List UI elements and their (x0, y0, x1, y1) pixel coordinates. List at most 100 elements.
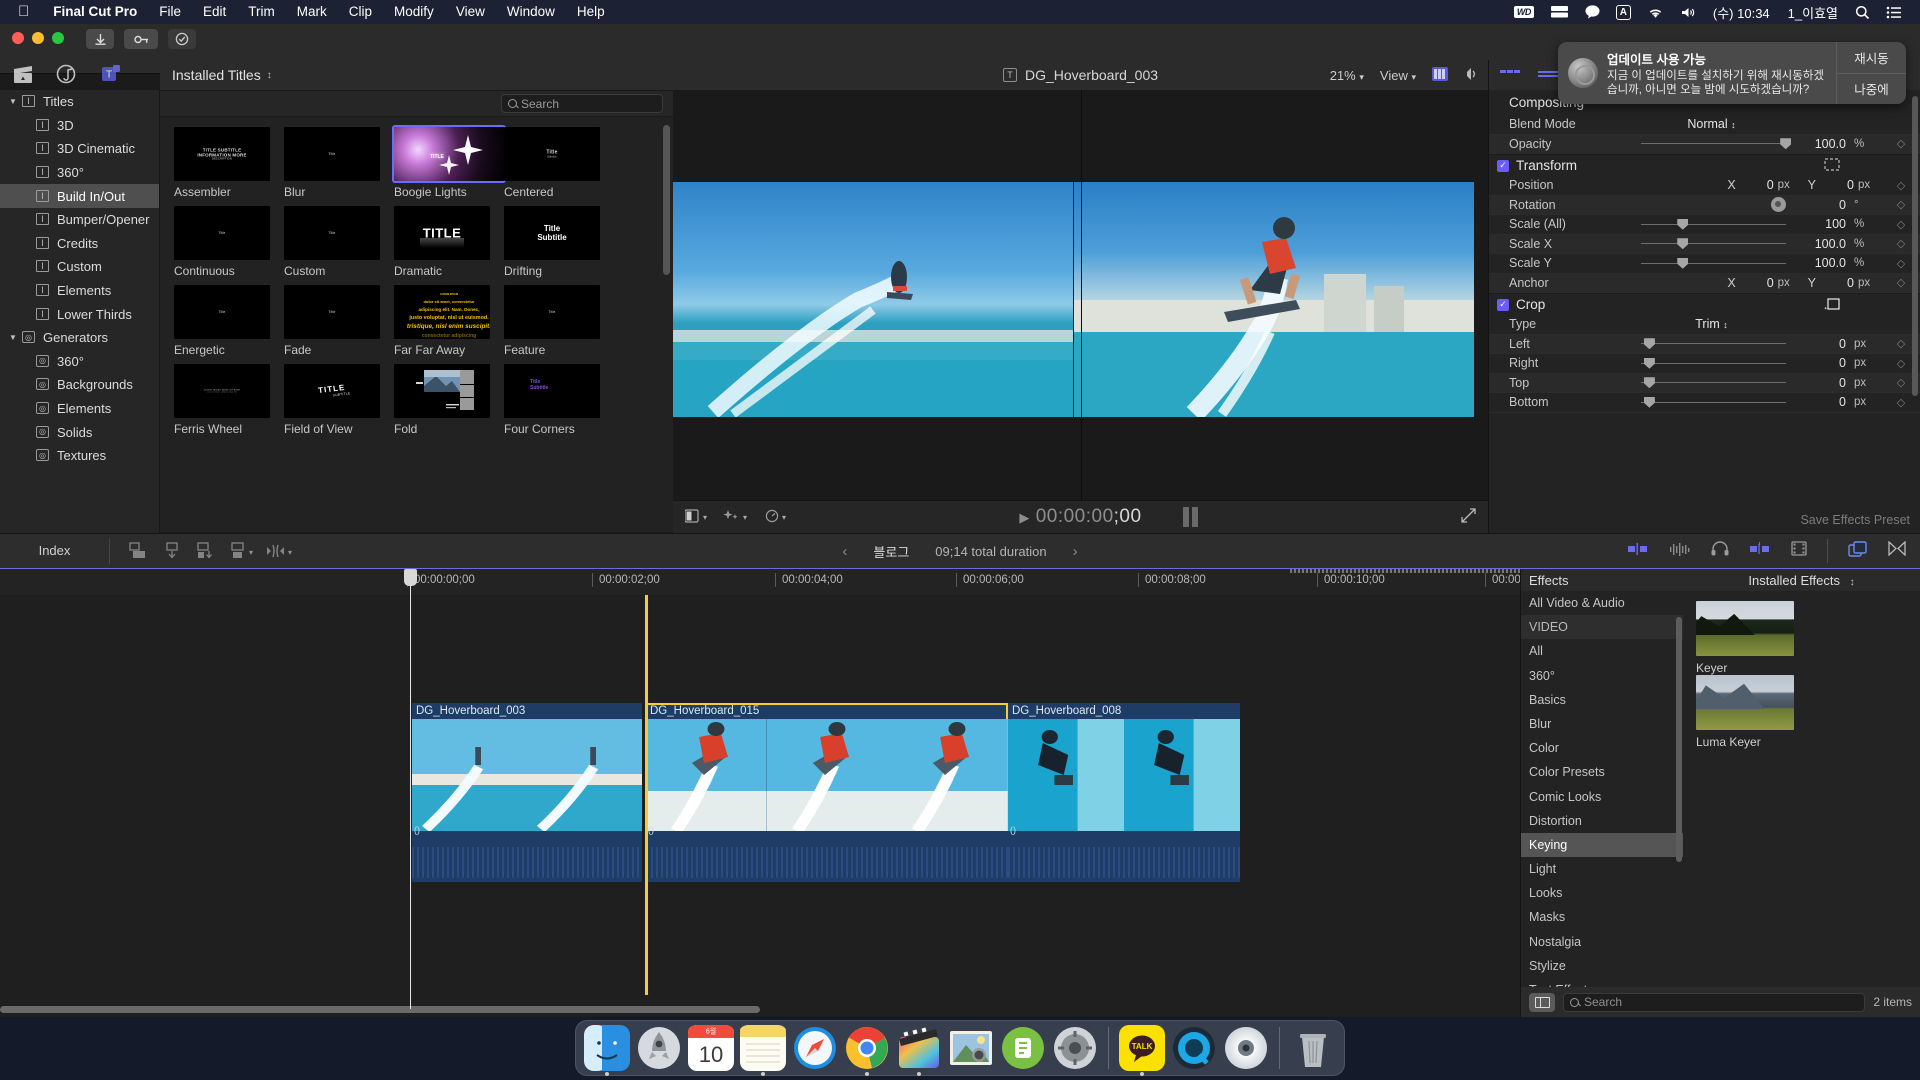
keyframe-button[interactable]: ◇ (1888, 198, 1914, 211)
save-effects-preset-button[interactable]: Save Effects Preset (1800, 513, 1910, 527)
volume-icon[interactable] (1672, 0, 1704, 24)
notification-restart-button[interactable]: 재시동 (1837, 42, 1906, 74)
effects-category-list[interactable]: All Video & AudioVIDEOAll360°BasicsBlurC… (1521, 591, 1683, 987)
timeline-project-name[interactable]: 블로그 (873, 542, 909, 561)
sidebar-item-build-in-out[interactable]: IBuild In/Out (0, 184, 159, 208)
browser-search-input[interactable]: Search (501, 94, 663, 113)
effects-category-distortion[interactable]: Distortion (1521, 809, 1683, 833)
dock-safari-icon[interactable] (792, 1025, 838, 1071)
menu-view[interactable]: View (445, 0, 496, 24)
effects-category-nostalgia[interactable]: Nostalgia (1521, 930, 1683, 954)
maximize-window-button[interactable] (52, 32, 64, 44)
title-tile-energetic[interactable]: TitleEnergetic (174, 285, 284, 357)
inspector-scrollbar[interactable] (1912, 96, 1918, 396)
sidebar-item-360[interactable]: I360° (0, 161, 159, 185)
title-tile-fade[interactable]: TitleFade (284, 285, 394, 357)
menu-final-cut-pro[interactable]: Final Cut Pro (42, 0, 148, 24)
disclosure-triangle-icon[interactable]: ▼ (6, 97, 20, 106)
effects-category-all[interactable]: All (1521, 639, 1683, 663)
viewer-view-popup[interactable]: View ▾ (1380, 68, 1416, 83)
messages-icon[interactable] (1577, 0, 1608, 24)
dock-photos-icon[interactable] (948, 1025, 994, 1071)
dock-chrome-icon[interactable] (844, 1025, 890, 1071)
trim-tool-icon[interactable]: ▾ (264, 542, 294, 560)
title-tile-far-far-away[interactable]: LOREM IPSUMdolor sit amet, consecteturad… (394, 285, 504, 357)
dock-dvd-player-icon[interactable] (1223, 1025, 1269, 1071)
parameter-slider[interactable] (1641, 243, 1786, 244)
minimize-window-button[interactable] (32, 32, 44, 44)
effects-category-keying[interactable]: Keying (1521, 833, 1683, 857)
close-window-button[interactable] (12, 32, 24, 44)
apple-menu-icon[interactable]:  (14, 2, 42, 22)
effects-category-looks[interactable]: Looks (1521, 881, 1683, 905)
position-y-value[interactable]: 0 (1820, 178, 1854, 192)
sidebar-item-backgrounds[interactable]: ◎Backgrounds (0, 373, 159, 397)
dock-trash-icon[interactable] (1290, 1025, 1336, 1071)
disclosure-triangle-icon[interactable]: ▼ (6, 333, 20, 342)
viewer-audio-meter-icon[interactable] (1464, 67, 1478, 84)
parameter-slider[interactable] (1641, 143, 1786, 144)
inspector-section-crop[interactable]: ✓Crop (1489, 293, 1920, 315)
parameter-slider[interactable] (1641, 224, 1786, 225)
keyframe-button[interactable]: ◇ (1888, 337, 1914, 350)
title-tile-drifting[interactable]: TitleSubtitleDrifting (504, 206, 614, 278)
duplicate-window-icon[interactable] (1848, 541, 1868, 562)
dock-notes-icon[interactable] (740, 1025, 786, 1071)
menubar-clock[interactable]: (수) 10:34 (1704, 3, 1779, 22)
dock-kakaotalk-icon[interactable]: TALK (1119, 1025, 1165, 1071)
effect-tile-keyer[interactable]: Keyer (1696, 601, 1808, 675)
import-media-button[interactable] (86, 29, 114, 49)
titles-browser-icon[interactable]: T (100, 63, 124, 85)
title-tile-assembler[interactable]: TITLE SUBTITLEINFORMATION MOREDESCRIPTIO… (174, 127, 284, 199)
installed-titles-label[interactable]: Installed Titles (172, 67, 261, 83)
sidebar-item-bumper-opener[interactable]: IBumper/Opener (0, 208, 159, 232)
effects-category-comic-looks[interactable]: Comic Looks (1521, 785, 1683, 809)
blend-mode-popup[interactable]: Normal ↕ (1687, 117, 1735, 131)
keyframe-button[interactable]: ◇ (1888, 237, 1914, 250)
viewer-zoom-popup[interactable]: 21% ▾ (1330, 68, 1364, 83)
inspector-video-tab-icon[interactable] (1499, 66, 1521, 85)
title-tile-custom[interactable]: TitleCustom (284, 206, 394, 278)
parameter-slider[interactable] (1641, 343, 1786, 344)
effects-category-color[interactable]: Color (1521, 736, 1683, 760)
keyframe-button[interactable]: ◇ (1888, 179, 1914, 192)
crop-enable-checkbox[interactable]: ✓ (1497, 299, 1509, 311)
menu-trim[interactable]: Trim (237, 0, 286, 24)
effects-search-input[interactable]: Search (1563, 993, 1865, 1012)
effects-category-basics[interactable]: Basics (1521, 688, 1683, 712)
crop-onscreen-controls-icon[interactable] (1824, 297, 1840, 313)
effects-category-all-video-audio[interactable]: All Video & Audio (1521, 591, 1683, 615)
menu-file[interactable]: File (148, 0, 192, 24)
effect-tile-luma-keyer[interactable]: Luma Keyer (1696, 675, 1808, 749)
effects-browser[interactable]: Effects Installed Effects ↕ All Video & … (1520, 569, 1920, 1017)
scale-x-value[interactable]: 100.0 (1794, 237, 1846, 251)
sidebar-item-elements[interactable]: ◎Elements (0, 397, 159, 421)
installed-effects-label[interactable]: Installed Effects ↕ (1683, 573, 1920, 588)
keyframe-button[interactable]: ◇ (1888, 396, 1914, 409)
dock-calendar-icon[interactable]: 6월10 (688, 1025, 734, 1071)
previous-project-icon[interactable]: ‹ (842, 543, 847, 560)
menu-clip[interactable]: Clip (338, 0, 383, 24)
effects-category-masks[interactable]: Masks (1521, 905, 1683, 929)
update-notification[interactable]: 업데이트 사용 가능 지금 이 업데이트를 설치하기 위해 재시동하겠습니까, … (1558, 42, 1906, 104)
keyframe-button[interactable]: ◇ (1888, 357, 1914, 370)
parameter-slider[interactable] (1641, 263, 1786, 264)
title-tile-field-of-view[interactable]: TITLESUBTITLEField of View (284, 364, 394, 436)
title-tile-feature[interactable]: TitleFeature (504, 285, 614, 357)
timeline-clip[interactable]: DG_Hoverboard_003() (412, 703, 642, 882)
headphones-icon[interactable] (1711, 541, 1729, 561)
inspector-panel[interactable]: CompositingBlend ModeNormal ↕Opacity100.… (1488, 60, 1920, 533)
title-tile-fold[interactable]: Fold (394, 364, 504, 436)
title-tile-ferris-wheel[interactable]: Lorem ipsum dolor sit ametconsectetur ad… (174, 364, 284, 436)
keyframe-button[interactable]: ◇ (1888, 257, 1914, 270)
transform-enable-checkbox[interactable]: ✓ (1497, 160, 1509, 172)
connect-clip-icon[interactable] (128, 542, 148, 560)
menu-modify[interactable]: Modify (383, 0, 445, 24)
wifi-icon[interactable] (1639, 0, 1672, 24)
opacity-value[interactable]: 100.0 (1794, 137, 1846, 151)
sidebar-toggle-icon[interactable] (1529, 993, 1555, 1012)
filmstrip-icon[interactable] (1791, 541, 1807, 561)
effects-category-stylize[interactable]: Stylize (1521, 954, 1683, 978)
chevron-updown-icon[interactable]: ↕ (267, 70, 272, 81)
effects-category-light[interactable]: Light (1521, 857, 1683, 881)
